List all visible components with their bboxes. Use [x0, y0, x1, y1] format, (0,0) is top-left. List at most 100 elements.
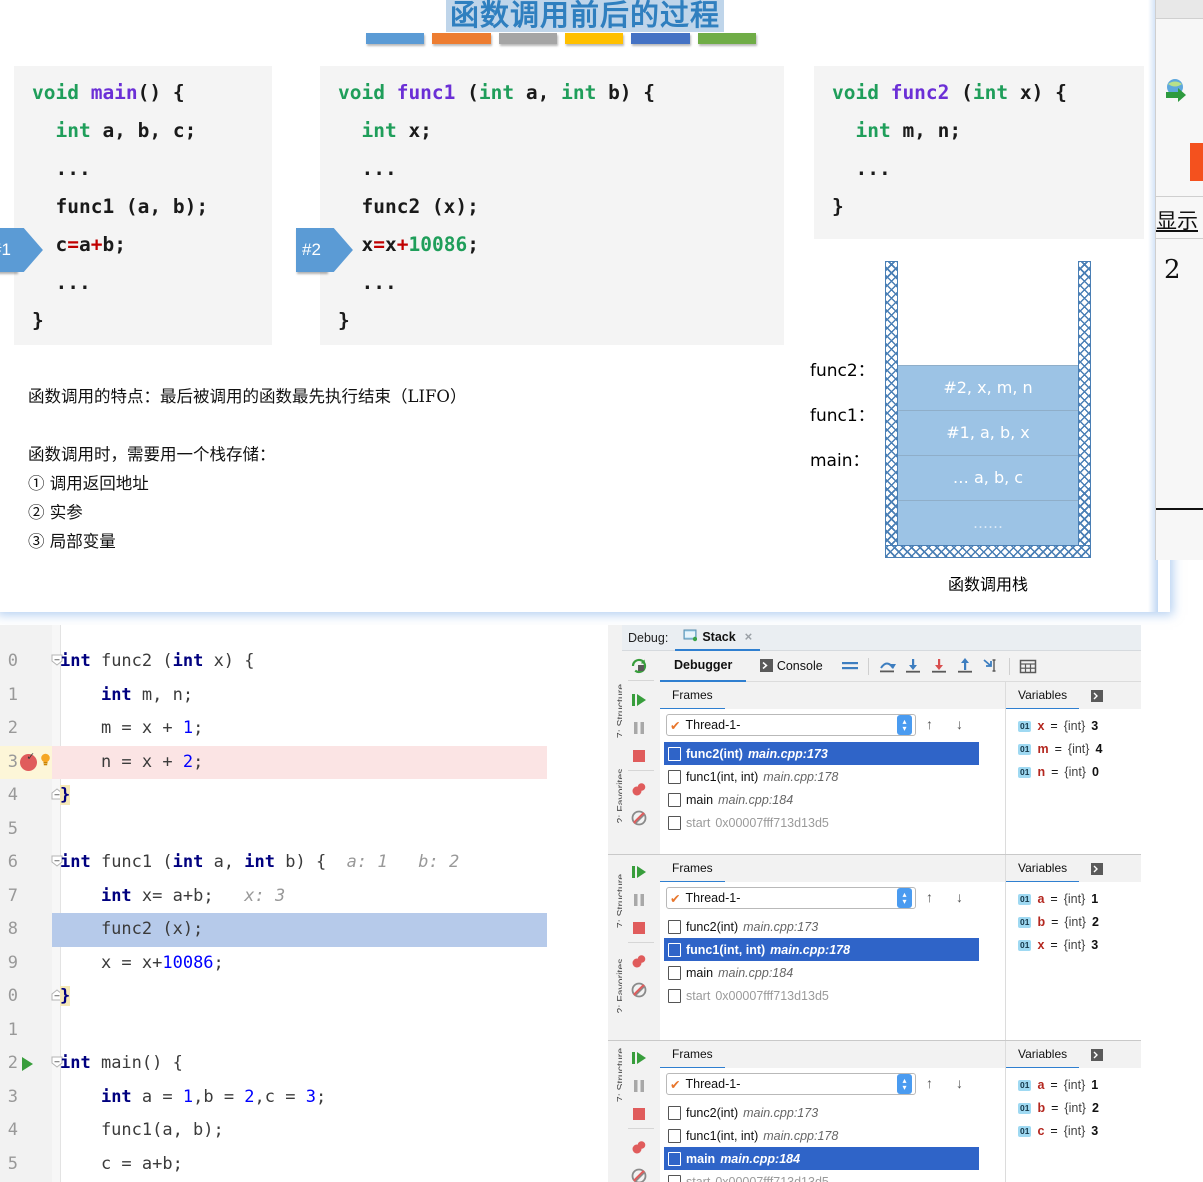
code-text[interactable]: func1(a, b); — [60, 1114, 224, 1148]
variable-row[interactable]: 01 a = {int} 1 — [1018, 1074, 1098, 1096]
stack-frame-row[interactable]: func1(int, int) main.cpp:178 — [664, 765, 979, 788]
background-download-manager-window[interactable]: 显示 2 — [1155, 0, 1203, 560]
debug-action-buttons[interactable] — [622, 1041, 661, 1182]
mute-breakpoints-icon[interactable] — [630, 981, 652, 1003]
rerun-icon[interactable] — [630, 657, 652, 679]
code-text[interactable]: int a = 1,b = 2,c = 3; — [60, 1081, 326, 1115]
close-icon[interactable]: × — [745, 629, 753, 644]
variable-row[interactable]: 01 b = {int} 2 — [1018, 911, 1099, 933]
editor-line[interactable]: 5 c = a+b; — [0, 1148, 608, 1182]
frame-up-button[interactable]: ↑ — [926, 889, 933, 905]
debugger-toolbar[interactable]: Debugger Console — [660, 651, 1141, 682]
frame-up-button[interactable]: ↑ — [926, 716, 933, 732]
tab-frames[interactable]: Frames — [660, 855, 725, 883]
tool-window-strip[interactable]: 7: Structure — [608, 1041, 627, 1182]
stack-frame-row[interactable]: start 0x00007fff713d13d5 — [664, 984, 979, 1007]
stack-frame-row[interactable]: start 0x00007fff713d13d5 — [664, 811, 979, 834]
tab-frames[interactable]: Frames — [660, 1041, 725, 1069]
pause-icon[interactable] — [630, 719, 652, 741]
frame-down-button[interactable]: ↓ — [956, 716, 963, 732]
code-text[interactable]: func2 (x); — [60, 913, 203, 947]
editor-line[interactable]: 9 x = x+10086; — [0, 947, 608, 981]
code-text[interactable]: } — [60, 980, 71, 1014]
stop-icon[interactable] — [630, 747, 652, 769]
variables-list[interactable]: 01 x = {int} 3 01 m = {int} 4 01 n = {int} 0 — [1006, 709, 1141, 855]
resume-icon[interactable] — [630, 1049, 652, 1071]
thread-selector[interactable]: ✔ Thread-1- ▴ ▾ — [666, 714, 916, 736]
tab-variables[interactable]: Variables — [1006, 855, 1080, 883]
editor-line[interactable]: 7 int x= a+b; x: 3 — [0, 880, 608, 914]
thread-selector-stepper[interactable]: ▴ ▾ — [897, 888, 912, 908]
code-text[interactable]: int main() { — [60, 1047, 183, 1081]
variable-row[interactable]: 01 x = {int} 3 — [1018, 715, 1098, 737]
editor-line[interactable]: 3 ✓ n = x + 2; — [0, 745, 608, 779]
editor-line[interactable]: 8 func2 (x); — [0, 913, 608, 947]
mute-breakpoints-icon[interactable] — [630, 809, 652, 831]
stop-icon[interactable] — [630, 1105, 652, 1127]
editor-line[interactable]: 6 int func1 (int a, int b) { a: 1 b: 2 — [0, 846, 608, 880]
view-breakpoints-icon[interactable] — [630, 1139, 652, 1161]
code-text[interactable]: int m, n; — [60, 679, 193, 713]
tab-frames[interactable]: Frames — [660, 682, 725, 710]
show-link[interactable]: 显示 — [1156, 205, 1203, 235]
frame-down-button[interactable]: ↓ — [956, 889, 963, 905]
thread-selector[interactable]: ✔ Thread-1- ▴ ▾ — [666, 887, 916, 909]
variables-list[interactable]: 01 a = {int} 1 01 b = {int} 2 01 x = {int} 3 — [1006, 882, 1141, 1041]
variable-row[interactable]: 01 x = {int} 3 — [1018, 934, 1098, 956]
editor-line[interactable]: 3 int a = 1,b = 2,c = 3; — [0, 1081, 608, 1115]
tab-lldb[interactable]: LLDB — [1079, 856, 1141, 904]
step-out-icon[interactable] — [952, 651, 978, 681]
variable-row[interactable]: 01 a = {int} 1 — [1018, 888, 1098, 910]
frames-list[interactable]: ✔ Thread-1- ▴ ▾ ↑ ↓ func2(int) main.cpp:173 func… — [660, 709, 1005, 855]
view-breakpoints-icon[interactable] — [630, 953, 652, 975]
tab-debugger[interactable]: Debugger — [660, 650, 747, 682]
frames-list[interactable]: ✔ Thread-1- ▴ ▾ ↑ ↓ func2(int) main.cpp:173 func… — [660, 1068, 1005, 1182]
tab-lldb[interactable]: LLDB — [1079, 1042, 1141, 1090]
intention-bulb-icon[interactable] — [40, 753, 51, 766]
thread-selector-stepper[interactable]: ▴ ▾ — [897, 1074, 912, 1094]
debug-action-buttons[interactable] — [622, 855, 661, 1041]
thread-selector-stepper[interactable]: ▴ ▾ — [897, 715, 912, 735]
view-breakpoints-icon[interactable] — [630, 781, 652, 803]
tab-console[interactable]: Console — [746, 651, 836, 681]
frame-down-button[interactable]: ↓ — [956, 1075, 963, 1091]
run-to-cursor-icon[interactable] — [978, 651, 1004, 681]
mute-breakpoints-icon[interactable] — [837, 651, 863, 681]
variable-row[interactable]: 01 n = {int} 0 — [1018, 761, 1099, 783]
tab-lldb[interactable]: LLDB — [1079, 683, 1141, 731]
stack-frame-row[interactable]: start 0x00007fff713d13d5 — [664, 1170, 979, 1182]
frames-list[interactable]: ✔ Thread-1- ▴ ▾ ↑ ↓ func2(int) main.cpp:173 func… — [660, 882, 1005, 1041]
stack-frame-row[interactable]: func1(int, int) main.cpp:178 — [664, 1124, 979, 1147]
tool-window-strip[interactable]: 7: Structure 2: Favorites — [608, 625, 627, 855]
run-gutter-icon[interactable] — [22, 1057, 33, 1071]
code-text[interactable]: int func2 (int x) { — [60, 645, 255, 679]
stack-frame-row[interactable]: func1(int, int) main.cpp:178 — [664, 938, 979, 961]
editor-line[interactable]: 1 — [0, 1014, 608, 1048]
tab-stack[interactable]: Stack × — [675, 625, 761, 651]
tab-variables[interactable]: Variables — [1006, 682, 1080, 710]
pause-icon[interactable] — [630, 1077, 652, 1099]
stack-frame-row[interactable]: func2(int) main.cpp:173 — [664, 915, 979, 938]
editor-line[interactable]: 2 m = x + 1; — [0, 712, 608, 746]
stack-frame-row[interactable]: main main.cpp:184 — [664, 1147, 979, 1170]
debug-panel-main[interactable]: 7: Structure Frames Variables LLDB ✔ Thread-… — [608, 1041, 1141, 1182]
debug-panel-func2[interactable]: 7: Structure 2: Favorites Debug: Stack × Debu… — [608, 625, 1141, 855]
pause-icon[interactable] — [630, 891, 652, 913]
stack-frame-row[interactable]: main main.cpp:184 — [664, 961, 979, 984]
variable-row[interactable]: 01 c = {int} 3 — [1018, 1120, 1098, 1142]
editor-line[interactable]: 4 func1(a, b); — [0, 1114, 608, 1148]
debug-panel-func1[interactable]: 7: Structure 2: Favorites Frames Variables … — [608, 855, 1141, 1041]
variable-row[interactable]: 01 b = {int} 2 — [1018, 1097, 1099, 1119]
mute-breakpoints-icon[interactable] — [630, 1167, 652, 1182]
editor-line[interactable]: 4} — [0, 779, 608, 813]
stop-icon[interactable] — [630, 919, 652, 941]
code-text[interactable]: int x= a+b; x: 3 — [60, 880, 285, 914]
editor-line[interactable]: 0 int func2 (int x) { — [0, 645, 608, 679]
step-into-icon[interactable] — [900, 651, 926, 681]
code-text[interactable]: m = x + 1; — [60, 712, 203, 746]
code-editor[interactable]: 0 int func2 (int x) { 1 int m, n; 2 m = x +… — [0, 625, 608, 1182]
variable-row[interactable]: 01 m = {int} 4 — [1018, 738, 1102, 760]
force-step-into-icon[interactable] — [926, 651, 952, 681]
evaluate-expression-icon[interactable] — [1015, 651, 1041, 681]
code-text[interactable]: x = x+10086; — [60, 947, 224, 981]
